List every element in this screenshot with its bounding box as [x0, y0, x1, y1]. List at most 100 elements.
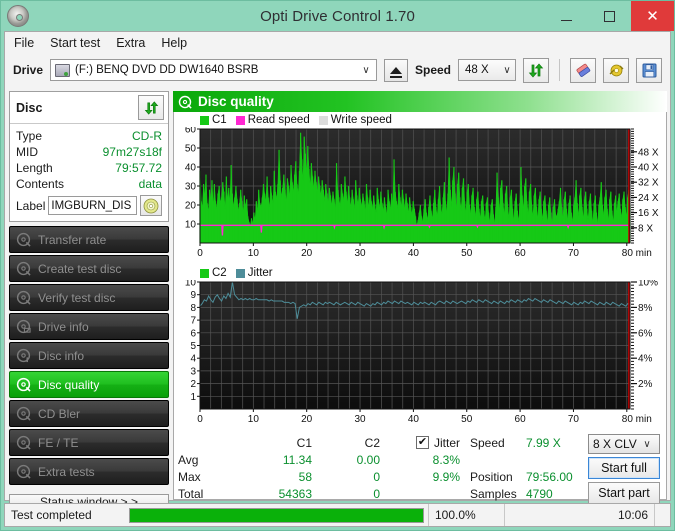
disc-row-contents: Contents data — [16, 176, 162, 192]
jitter-checkbox[interactable]: ✔ — [415, 436, 429, 449]
sidebar-item-label: Create test disc — [38, 261, 122, 276]
menu-item-extra[interactable]: Extra — [116, 36, 145, 50]
sidebar-item-transfer-rate[interactable]: Transfer rate — [9, 226, 169, 253]
disc-properties: Type CD-R MID 97m27s18f Length 79:57.72 … — [10, 124, 168, 221]
eject-button[interactable] — [383, 58, 408, 82]
disc-verify-icon — [16, 290, 31, 305]
stats-header-jitter: Jitter — [433, 435, 460, 450]
legend-swatch-jitter — [235, 268, 245, 278]
test-nav-list: Transfer rate Create test disc Verify te… — [9, 226, 169, 485]
svg-text:60: 60 — [185, 127, 197, 136]
svg-text:8 X: 8 X — [638, 223, 653, 234]
stats-row-label-total: Total — [178, 486, 204, 501]
drive-info-icon — [16, 319, 31, 334]
menu-item-help[interactable]: Help — [161, 36, 187, 50]
stats-avg-jitter: 8.3% — [432, 452, 460, 467]
svg-text:70: 70 — [568, 248, 580, 259]
disc-panel-header: Disc — [10, 92, 168, 124]
c1-chart-block: C1 Read speed Write speed 10 20 30 40 50 60 0 1… — [174, 113, 666, 266]
stats-max-jitter: 9.9% — [432, 469, 460, 484]
disc-label-row: Label IMGBURN_DIS — [16, 195, 162, 216]
refresh-icon — [144, 100, 158, 115]
sidebar-item-verify-test-disc[interactable]: Verify test disc — [9, 284, 169, 311]
tools-button[interactable] — [603, 57, 629, 83]
table-row: Avg 11.34 0.00 8.3% — [178, 451, 470, 468]
svg-text:32 X: 32 X — [638, 178, 659, 189]
disc-refresh-button[interactable] — [138, 95, 164, 120]
svg-text:24 X: 24 X — [638, 193, 659, 204]
svg-text:50: 50 — [461, 248, 473, 259]
legend-swatch-c1 — [200, 115, 209, 125]
refresh-button[interactable] — [523, 57, 549, 83]
sidebar: Disc Type CD-R MID 97m27s18f Length 79:5… — [9, 91, 169, 510]
sidebar-item-drive-info[interactable]: Drive info — [9, 313, 169, 340]
disc-type-label: Type — [16, 129, 43, 143]
drive-label: Drive — [13, 63, 44, 77]
sidebar-item-cd-bler[interactable]: CD Bler — [9, 400, 169, 427]
save-icon — [642, 63, 656, 77]
drive-icon — [55, 63, 71, 77]
disc-label-input[interactable]: IMGBURN_DIS — [48, 196, 137, 215]
charts-container: C1 Read speed Write speed 10 20 30 40 50 60 0 1… — [173, 112, 668, 504]
svg-text:2%: 2% — [638, 379, 653, 390]
stats-row-label-max: Max — [178, 469, 201, 484]
svg-text:2: 2 — [190, 379, 196, 390]
drive-select-value: (F:) BENQ DVD DD DW1640 BSRB — [75, 64, 259, 76]
disc-contents-value: data — [138, 177, 162, 191]
cd-bler-icon — [16, 406, 31, 421]
erase-button[interactable] — [570, 57, 596, 83]
write-strategy-select[interactable]: 8 X CLV ∨ — [588, 434, 660, 454]
svg-text:0: 0 — [197, 248, 203, 259]
c1-chart[interactable]: 10 20 30 40 50 60 0 10 20 30 40 50 60 70 80 min 8 X 16 X… — [174, 125, 668, 261]
start-part-button[interactable]: Start part — [588, 482, 660, 504]
test-buttons: 8 X CLV ∨ Start full Start part — [588, 434, 662, 504]
sidebar-item-extra-tests[interactable]: Extra tests — [9, 458, 169, 485]
svg-text:70: 70 — [568, 414, 580, 425]
svg-text:30: 30 — [185, 182, 197, 193]
svg-text:50: 50 — [461, 414, 473, 425]
sidebar-item-create-test-disc[interactable]: Create test disc — [9, 255, 169, 282]
svg-text:0: 0 — [197, 414, 203, 425]
disc-label-button[interactable] — [140, 195, 162, 216]
speed-select[interactable]: 48 X ∨ — [458, 59, 516, 81]
resize-grip[interactable] — [654, 504, 670, 526]
start-full-button[interactable]: Start full — [588, 457, 660, 479]
svg-text:20: 20 — [301, 248, 313, 259]
stats-header-jitter-group: ✔ Jitter — [380, 436, 464, 450]
stats-header-c1: C1 — [296, 435, 312, 450]
stats-max-c1: 58 — [298, 469, 312, 484]
disc-quality-icon — [16, 377, 31, 392]
stats-avg-c2: 0.00 — [356, 452, 380, 467]
svg-text:6: 6 — [190, 328, 196, 339]
menu-item-start-test[interactable]: Start test — [50, 36, 100, 50]
disc-mid-label: MID — [16, 145, 38, 159]
svg-text:4%: 4% — [638, 354, 653, 365]
title-bar: Opti Drive Control 1.70 ✕ — [1, 1, 674, 31]
svg-text:10: 10 — [248, 414, 260, 425]
legend-label-jitter: Jitter — [247, 267, 273, 279]
svg-text:60: 60 — [515, 414, 527, 425]
menu-item-file[interactable]: File — [14, 36, 34, 50]
sidebar-item-disc-quality[interactable]: Disc quality — [9, 371, 169, 398]
svg-text:80 min: 80 min — [622, 414, 652, 425]
speed-select-value: 48 X — [465, 64, 489, 76]
table-row: Max 58 0 9.9% — [178, 468, 470, 485]
svg-text:30: 30 — [354, 414, 366, 425]
save-button[interactable] — [636, 57, 662, 83]
sidebar-item-label: Disc info — [38, 348, 85, 363]
sidebar-item-label: Extra tests — [38, 464, 95, 479]
disc-row-mid: MID 97m27s18f — [16, 144, 162, 160]
eraser-icon — [576, 63, 590, 77]
c2-jitter-chart[interactable]: 123456789100 10 20 30 40 50 60 70 80 min2%4%6%8%… — [174, 278, 668, 427]
drive-select[interactable]: (F:) BENQ DVD DD DW1640 BSRB ∨ — [50, 59, 377, 81]
speed-readout-label: Speed — [470, 435, 505, 450]
stats-avg-c1: 11.34 — [282, 452, 312, 467]
sidebar-item-disc-info[interactable]: Disc info — [9, 342, 169, 369]
sidebar-item-label: Verify test disc — [38, 290, 116, 305]
table-row: Total 54363 0 — [178, 485, 470, 502]
disc-quality-icon — [178, 95, 192, 109]
svg-text:4: 4 — [190, 354, 196, 365]
disc-length-value: 79:57.72 — [115, 161, 162, 175]
sidebar-item-fe-te[interactable]: FE / TE — [9, 429, 169, 456]
